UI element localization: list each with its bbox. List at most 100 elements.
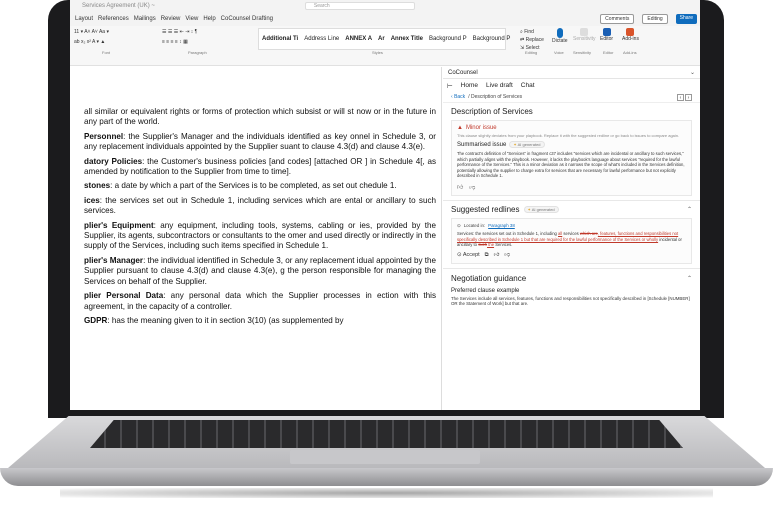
deleted-text: which are <box>579 230 598 236</box>
group-styles: Styles <box>372 50 383 55</box>
summarised-issue-label: Summarised issue <box>457 141 507 148</box>
ai-generated-badge: ✦ AI generated <box>509 141 545 148</box>
panel-tabs: ⊢ Home Live draft Chat <box>443 79 700 92</box>
definition-text: : the services set out in Schedule 1, in… <box>84 195 436 216</box>
ribbon: 11 ▾ A˄ A˅ Aa ▾ ab x₂ x² A ▾ ▲ ☰ ☰ ☰ ⇤ ⇥… <box>70 26 700 66</box>
style-item[interactable]: Background P <box>429 36 467 42</box>
editor-button[interactable]: Editor <box>600 28 613 42</box>
document-page[interactable]: all similar or equivalent rights or form… <box>70 67 442 410</box>
chevron-up-icon[interactable]: ⌃ <box>687 275 692 282</box>
style-item[interactable]: ANNEX A <box>345 36 372 42</box>
group-sensitivity: Sensitivity <box>573 50 592 55</box>
issue-subtext: This clause slightly deviates from your … <box>457 133 680 138</box>
definition-text: : the Supplier's Manager and the individ… <box>84 131 436 152</box>
suggested-redlines-header[interactable]: Suggested redlines ✦ AI generated ⌃ <box>443 199 700 218</box>
sensitivity-button[interactable]: Sensitivity <box>573 28 596 42</box>
menu-view[interactable]: View <box>185 16 198 22</box>
editing-button[interactable]: Editing <box>642 14 668 24</box>
breadcrumb-current: Description of Services <box>470 94 523 100</box>
thumbs-up-icon[interactable]: 👍︎ <box>494 252 500 258</box>
share-button[interactable]: Share <box>675 14 697 24</box>
document-paragraph[interactable]: all similar or equivalent rights or form… <box>84 107 436 128</box>
negotiation-guidance-header[interactable]: Negotiation guidance ⌃ <box>443 267 700 288</box>
defined-term: GDPR <box>84 315 108 325</box>
comments-button[interactable]: Comments <box>600 14 635 24</box>
editor-icon <box>602 28 611 36</box>
copy-icon[interactable]: ⧉ <box>485 252 489 259</box>
redline-segment: services <box>562 230 580 236</box>
defined-term: plier's Equipment <box>84 220 154 230</box>
replace-button[interactable]: ⇄ Replace <box>520 36 544 44</box>
section-title: Description of Services <box>451 107 533 116</box>
tab-home[interactable]: Home <box>461 82 478 89</box>
prev-icon[interactable]: ‹ <box>677 93 684 101</box>
document-body[interactable]: all similar or equivalent rights or form… <box>84 107 436 330</box>
document-name[interactable]: Services Agreement (UK) ~ <box>82 3 155 9</box>
group-voice: Voice <box>554 50 564 55</box>
style-item[interactable]: Ar <box>378 36 385 42</box>
next-icon[interactable]: › <box>685 93 692 101</box>
thumbs-down-icon[interactable]: 👎︎ <box>504 252 510 258</box>
preferred-clause-text: The Services include all services, featu… <box>451 295 690 307</box>
menu-bar: Layout References Mailings Review View H… <box>70 12 700 26</box>
document-paragraph[interactable]: plier Personal Data: any personal data w… <box>84 291 436 312</box>
issue-card: ▲ Minor issue This clause slightly devia… <box>451 120 692 196</box>
document-paragraph[interactable]: stones: a date by which a part of the Se… <box>84 181 436 191</box>
document-paragraph[interactable]: Personnel: the Supplier's Manager and th… <box>84 132 436 153</box>
chevron-up-icon[interactable]: ⌃ <box>687 206 692 213</box>
dictate-button[interactable]: Dictate <box>552 28 568 44</box>
group-addins: Add-ins <box>623 50 637 55</box>
style-item[interactable]: Background P <box>473 36 511 42</box>
redline-card: ⊙ Located in: Paragraph 38 Services: the… <box>451 217 692 264</box>
search-box[interactable]: Search <box>304 2 415 10</box>
definition-text: : has the meaning given to it in section… <box>107 315 344 325</box>
laptop-front-edge <box>0 468 773 486</box>
laptop-base <box>0 412 773 505</box>
find-button[interactable]: ⌕ Find <box>520 28 544 36</box>
style-item[interactable]: Address Line <box>304 36 339 42</box>
addins-icon <box>626 28 635 36</box>
alignment-tools[interactable]: ≡ ≡ ≡ ≡ ↕ ▦ <box>162 39 188 45</box>
sidebar-toggle-icon[interactable]: ⊢ <box>447 82 453 90</box>
paragraph-link[interactable]: Paragraph 38 <box>488 223 515 228</box>
thumbs-up-icon[interactable]: 👍︎ <box>457 183 463 191</box>
chevron-down-icon[interactable]: ⌄ <box>690 69 695 76</box>
menu-cocounsel-drafting[interactable]: CoCounsel Drafting <box>221 16 273 22</box>
addins-button[interactable]: Add-ins <box>622 28 639 42</box>
font-tools[interactable]: 11 ▾ A˄ A˅ Aa ▾ <box>74 29 109 35</box>
redline-text: Services: the services set out in Schedu… <box>457 231 686 248</box>
document-paragraph[interactable]: plier's Manager: the individual identifi… <box>84 256 436 287</box>
group-paragraph: Paragraph <box>188 50 207 55</box>
menu-help[interactable]: Help <box>203 16 215 22</box>
font-format-tools[interactable]: ab x₂ x² A ▾ ▲ <box>74 39 105 45</box>
document-paragraph[interactable]: datory Policies: the Customer's business… <box>84 157 436 178</box>
back-link[interactable]: ‹ Back <box>451 94 465 100</box>
document-paragraph[interactable]: GDPR: has the meaning given to it in sec… <box>84 316 436 326</box>
menu-mailings[interactable]: Mailings <box>134 16 156 22</box>
defined-term: plier's Manager <box>84 255 144 265</box>
document-paragraph[interactable]: ices: the services set out in Schedule 1… <box>84 196 436 217</box>
document-paragraph[interactable]: plier's Equipment: any equipment, includ… <box>84 221 436 252</box>
menu-review[interactable]: Review <box>161 16 181 22</box>
preferred-clause-title: Preferred clause example <box>451 287 520 294</box>
tab-chat[interactable]: Chat <box>521 82 535 89</box>
paragraph-tools[interactable]: ☰ ☰ ☰ ⇤ ⇥ ↕ ¶ <box>162 29 197 35</box>
panel-header: CoCounsel ⌄ <box>443 67 700 79</box>
editing-tools[interactable]: ⌕ Find ⇄ Replace ⇲ Select <box>520 28 544 52</box>
style-item[interactable]: Additional Ti <box>262 36 298 42</box>
menu-references[interactable]: References <box>98 16 129 22</box>
breadcrumb: ‹ Back / Description of Services ‹ › <box>443 92 700 103</box>
definition-text: all similar or equivalent rights or form… <box>84 107 436 127</box>
laptop-keyboard <box>90 420 683 448</box>
group-editing: Editing <box>525 50 538 55</box>
tab-live-draft[interactable]: Live draft <box>486 82 513 89</box>
defined-term: ices <box>84 195 100 205</box>
deleted-text: such <box>478 242 488 248</box>
thumbs-down-icon[interactable]: 👎︎ <box>469 183 475 191</box>
inserted-text: the <box>487 242 495 248</box>
accept-button[interactable]: ⊙ Accept <box>457 252 480 258</box>
menu-layout[interactable]: Layout <box>75 16 93 22</box>
redline-segment: Services: the services set out in Schedu… <box>457 230 559 236</box>
style-item[interactable]: Annex Title <box>391 36 423 42</box>
styles-gallery[interactable]: Additional Ti Address Line ANNEX A Ar An… <box>258 28 510 50</box>
